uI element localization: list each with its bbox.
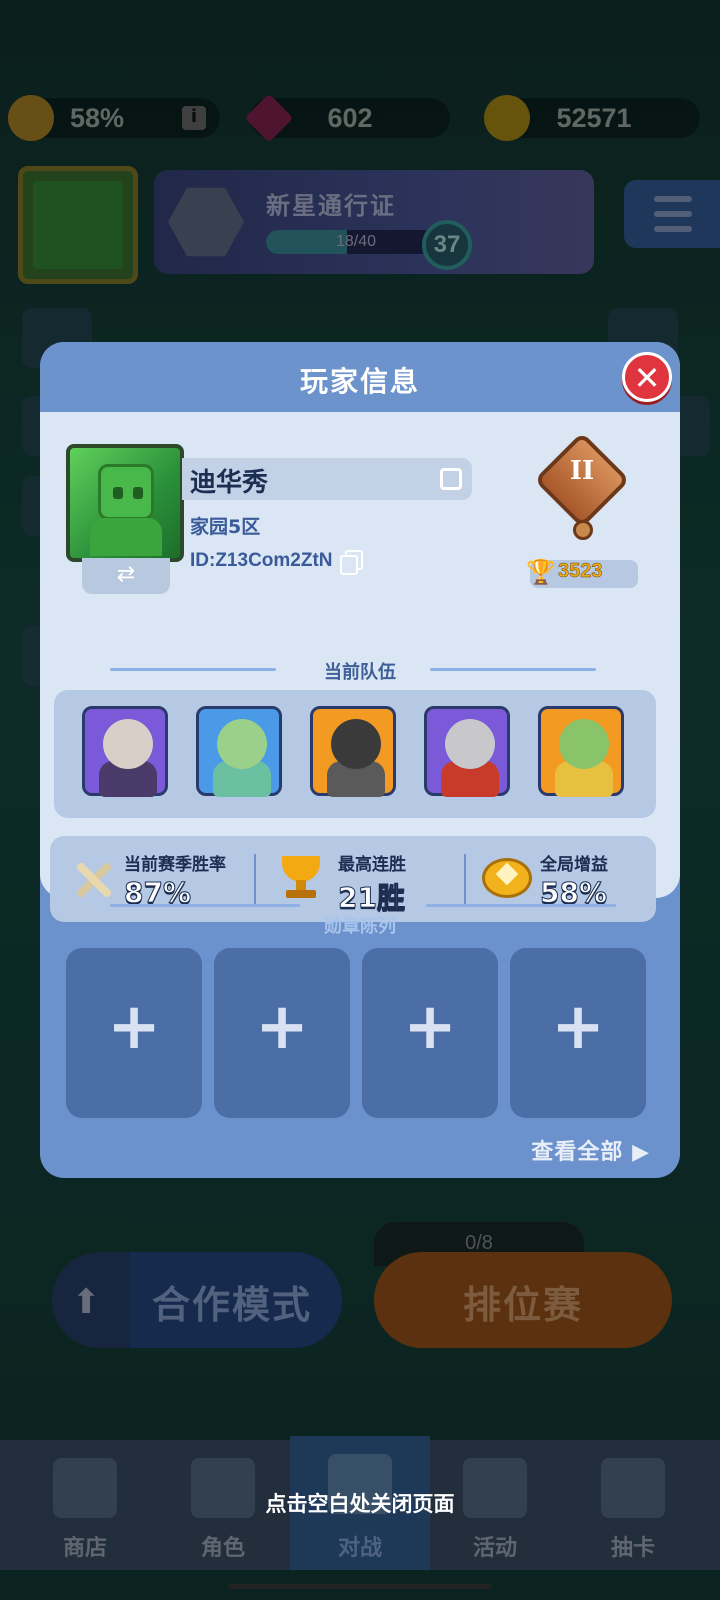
boost-icon <box>482 856 532 902</box>
rank-medal <box>573 520 593 540</box>
boost-label: 全局增益 <box>540 855 608 875</box>
global-boost-stat: 全局增益 58% <box>482 836 652 922</box>
streak-label: 最高连胜 <box>338 855 406 875</box>
divider <box>110 904 300 907</box>
cactus-king-hero[interactable] <box>538 706 624 797</box>
plus-icon: + <box>403 990 457 1064</box>
crossed-swords-icon <box>66 856 116 902</box>
player-server: 家园5区 <box>190 516 261 538</box>
modal-header: 玩家信息 ✕ <box>40 342 680 412</box>
copy-icon-back <box>340 555 358 575</box>
streak-stat: 最高连胜 21胜 <box>276 836 456 922</box>
divider <box>426 904 616 907</box>
swap-arrows-icon: ⇄ <box>116 562 136 587</box>
plus-icon: + <box>107 990 161 1064</box>
edit-icon[interactable] <box>440 468 462 490</box>
player-card: ⇄ 迪华秀 家园5区 ID:Z13Com2ZtN II 🏆 3523 当前队伍 … <box>40 412 680 922</box>
win-rate-stat: 当前赛季胜率 87% <box>66 836 256 922</box>
player-id: ID:Z13Com2ZtN <box>190 550 333 571</box>
close-icon[interactable]: ✕ <box>622 352 672 402</box>
player-name: 迪华秀 <box>190 468 269 498</box>
medal-slot[interactable]: + <box>214 948 350 1118</box>
close-hint: 点击空白处关闭页面 <box>265 1492 455 1516</box>
player-avatar[interactable] <box>66 444 184 562</box>
team-lineup <box>54 690 656 818</box>
trophy-icon <box>276 856 326 902</box>
plus-icon: + <box>551 990 605 1064</box>
swap-avatar-button[interactable]: ⇄ <box>82 558 170 594</box>
medal-slot[interactable]: + <box>66 948 202 1118</box>
player-info-modal: 玩家信息 ✕ ⇄ 迪华秀 家园5区 ID:Z13Com2ZtN II 🏆 352… <box>40 342 680 1178</box>
plus-icon: + <box>255 990 309 1064</box>
forest-girl-hero[interactable] <box>196 706 282 797</box>
rank-numeral: II <box>569 456 595 486</box>
stats-panel: 当前赛季胜率 87% 最高连胜 21胜 全局增益 58% <box>50 836 656 922</box>
stat-divider <box>464 854 466 904</box>
medal-slot[interactable]: + <box>362 948 498 1118</box>
trophy-icon: 🏆 <box>526 558 556 586</box>
view-all-link[interactable]: 查看全部 ▶ <box>531 1134 650 1166</box>
streak-value: 21胜 <box>338 881 406 915</box>
trophy-count: 3523 <box>558 560 603 583</box>
medal-slot[interactable]: + <box>510 948 646 1118</box>
black-armor-hero[interactable] <box>310 706 396 797</box>
stat-divider <box>254 854 256 904</box>
win-rate-label: 当前赛季胜率 <box>124 855 226 875</box>
team-label: 当前队伍 <box>324 662 396 683</box>
dark-knight-hero[interactable] <box>82 706 168 797</box>
red-knight-hero[interactable] <box>424 706 510 797</box>
modal-title: 玩家信息 <box>299 365 420 398</box>
medal-label: 勋章陈列 <box>324 916 396 937</box>
home-indicator[interactable] <box>228 1584 492 1589</box>
